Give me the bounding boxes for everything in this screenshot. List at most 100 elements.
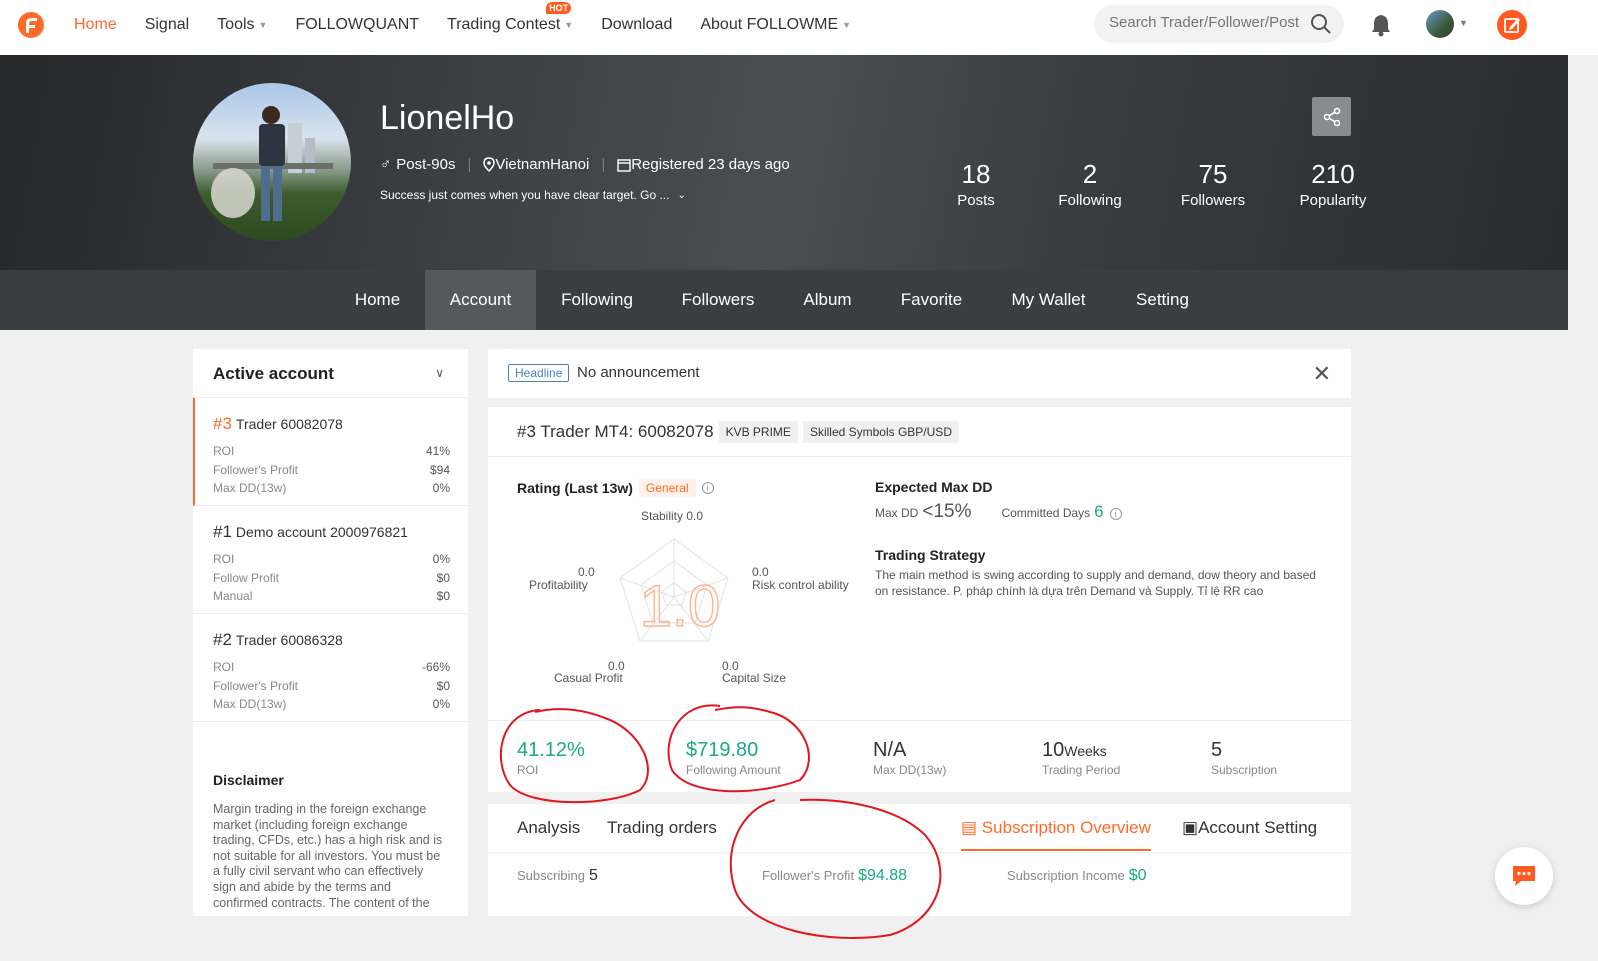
stat-followers[interactable]: 75 Followers	[1158, 159, 1268, 209]
trader-header: #3 Trader MT4: 60082078 KVB PRIME Skille…	[488, 407, 1351, 457]
tab-account[interactable]: Account	[425, 270, 536, 330]
trader-title: #3 Trader MT4: 60082078	[517, 421, 714, 441]
nav-trading-contest[interactable]: Trading Contest ▼ HOT	[447, 2, 573, 34]
compose-button[interactable]	[1497, 10, 1527, 40]
search-box	[1094, 5, 1344, 43]
strategy-text: The main method is swing according to su…	[875, 568, 1316, 598]
user-avatar[interactable]	[1426, 10, 1454, 38]
male-icon: ♂	[380, 156, 392, 173]
info-icon[interactable]: i	[1109, 508, 1122, 520]
nav-home[interactable]: Home	[74, 16, 117, 34]
tab-my-wallet[interactable]: My Wallet	[986, 270, 1111, 330]
search-input[interactable]	[1109, 14, 1304, 31]
expected-dd-row: Max DD <15% Committed Days 6 i	[875, 501, 1122, 523]
chat-icon	[1513, 866, 1535, 886]
announcement-text: No announcement	[577, 364, 700, 381]
calendar-icon	[617, 158, 631, 172]
broker-chip: KVB PRIME	[718, 420, 798, 443]
caret-down-icon[interactable]: ▼	[1459, 18, 1468, 28]
followme-logo[interactable]	[17, 11, 45, 39]
account-item[interactable]: #2 Trader 60086328 ROI -66% Follower's Pro…	[193, 614, 468, 722]
trader-card: #3 Trader MT4: 60082078 KVB PRIME Skille…	[488, 407, 1351, 792]
subscribing-count: Subscribing 5	[517, 867, 598, 884]
radar-label-risk: Risk control ability	[752, 578, 849, 592]
stat-following[interactable]: 2 Following	[1032, 159, 1148, 209]
profile-tabs: Home Account Following Followers Album F…	[0, 270, 1568, 330]
disclaimer-text: Margin trading in the foreign exchange m…	[213, 802, 443, 910]
account-item[interactable]: #1 Demo account 2000976821 ROI 0% Follow P…	[193, 506, 468, 614]
tab-setting[interactable]: Setting	[1111, 270, 1214, 330]
tab-subscription-overview[interactable]: ▤ Subscription Overview	[961, 818, 1151, 851]
rating-title: Rating (Last 13w) General i	[517, 479, 714, 497]
subscription-income: Subscription Income $0	[1007, 867, 1147, 884]
metric-following-amount: $719.80 Following Amount	[686, 739, 781, 777]
rating-badge: General	[638, 479, 696, 497]
symbols-chip: Skilled Symbols GBP/USD	[802, 420, 959, 443]
tab-followers[interactable]: Followers	[658, 270, 778, 330]
stat-popularity[interactable]: 210 Popularity	[1278, 159, 1388, 209]
close-icon[interactable]: ✕	[1313, 361, 1331, 387]
share-icon	[1323, 107, 1340, 126]
rating-radar-chart: 1.0 Stability 0.0 0.0 Risk control abili…	[529, 509, 849, 685]
rating-score: 1.0	[640, 574, 721, 639]
headline-tag: Headline	[508, 364, 570, 382]
chevron-down-icon[interactable]: ∨	[435, 349, 444, 398]
caret-down-icon: ▼	[842, 20, 852, 30]
profile-name: LionelHo	[380, 99, 515, 137]
account-item[interactable]: #3 Trader 60082078 ROI 41% Follower's Prof…	[193, 398, 468, 506]
metrics-row: 41.12% ROI $719.80 Following Amount N/A Max…	[488, 720, 1351, 792]
radar-value-profitability: 0.0	[578, 565, 595, 579]
expected-dd-title: Expected Max DD	[875, 479, 993, 495]
stat-posts[interactable]: 18 Posts	[930, 159, 1022, 209]
tab-analysis[interactable]: Analysis	[517, 818, 580, 838]
info-icon[interactable]: i	[701, 482, 714, 494]
metric-subscription: 5 Subscription	[1211, 739, 1278, 777]
radar-value-stability: 0.0	[686, 509, 703, 523]
edit-icon	[1504, 18, 1520, 33]
metric-roi: 41.12% ROI	[517, 739, 585, 777]
strategy-title: Trading Strategy	[875, 547, 986, 563]
profile-bio[interactable]: Success just comes when you have clear t…	[380, 188, 686, 202]
age-group: Post-90s	[396, 156, 456, 173]
profile-photo	[211, 106, 333, 221]
bell-icon[interactable]	[1370, 13, 1392, 37]
tab-favorite[interactable]: Favorite	[877, 270, 986, 330]
nav-signal[interactable]: Signal	[145, 16, 189, 34]
radar-label-capital: Capital Size	[722, 671, 786, 685]
radar-value-risk: 0.0	[752, 565, 769, 579]
top-navbar: Home Signal Tools ▼ FOLLOWQUANT Trading C…	[0, 0, 1598, 55]
nav-download[interactable]: Download	[601, 16, 672, 34]
location: VietnamHanoi	[495, 156, 590, 173]
chevron-down-icon[interactable]: ⌄	[677, 190, 685, 201]
search-icon[interactable]	[1310, 13, 1332, 35]
location-pin-icon	[483, 157, 496, 172]
metric-trading-period: 10Weeks Trading Period	[1042, 739, 1121, 777]
subscription-card: Analysis Trading orders ▤ Subscription O…	[488, 804, 1351, 916]
profile-avatar	[193, 83, 351, 241]
id-card-icon: ▣	[1182, 818, 1199, 837]
radar-label-profitability: Profitability	[529, 578, 588, 592]
tab-following[interactable]: Following	[536, 270, 658, 330]
tab-trading-orders[interactable]: Trading orders	[607, 818, 717, 838]
tab-home[interactable]: Home	[330, 270, 425, 330]
profile-meta: ♂ Post-90s | VietnamHanoi | Registered 23…	[380, 156, 790, 173]
announcement-bar: Headline No announcement ✕	[488, 349, 1351, 398]
account-sidebar: Active account ∨ #3 Trader 60082078 ROI 41…	[193, 349, 468, 916]
svg-text:Stability 0.0: Stability 0.0	[641, 509, 703, 523]
followers-profit: Follower's Profit $94.88	[762, 867, 907, 884]
disclaimer: Disclaimer Margin trading in the foreign…	[193, 722, 468, 911]
nav-about[interactable]: About FOLLOWME ▼	[700, 16, 851, 34]
radar-label-stability: Stability	[641, 509, 683, 523]
share-button[interactable]	[1312, 97, 1351, 136]
registered-date: Registered 23 days ago	[631, 156, 790, 173]
nav-tools[interactable]: Tools ▼	[217, 16, 267, 34]
chat-button[interactable]	[1495, 847, 1553, 905]
radar-label-casual: Casual Profit	[554, 671, 623, 685]
clipboard-icon: ▤	[961, 818, 978, 837]
nav-followquant[interactable]: FOLLOWQUANT	[295, 16, 419, 34]
tab-account-setting[interactable]: ▣Account Setting	[1182, 818, 1317, 838]
metric-max-dd: N/A Max DD(13w)	[873, 739, 947, 777]
hot-badge: HOT	[546, 2, 572, 14]
tab-album[interactable]: Album	[778, 270, 877, 330]
active-account-header[interactable]: Active account ∨	[193, 349, 468, 398]
